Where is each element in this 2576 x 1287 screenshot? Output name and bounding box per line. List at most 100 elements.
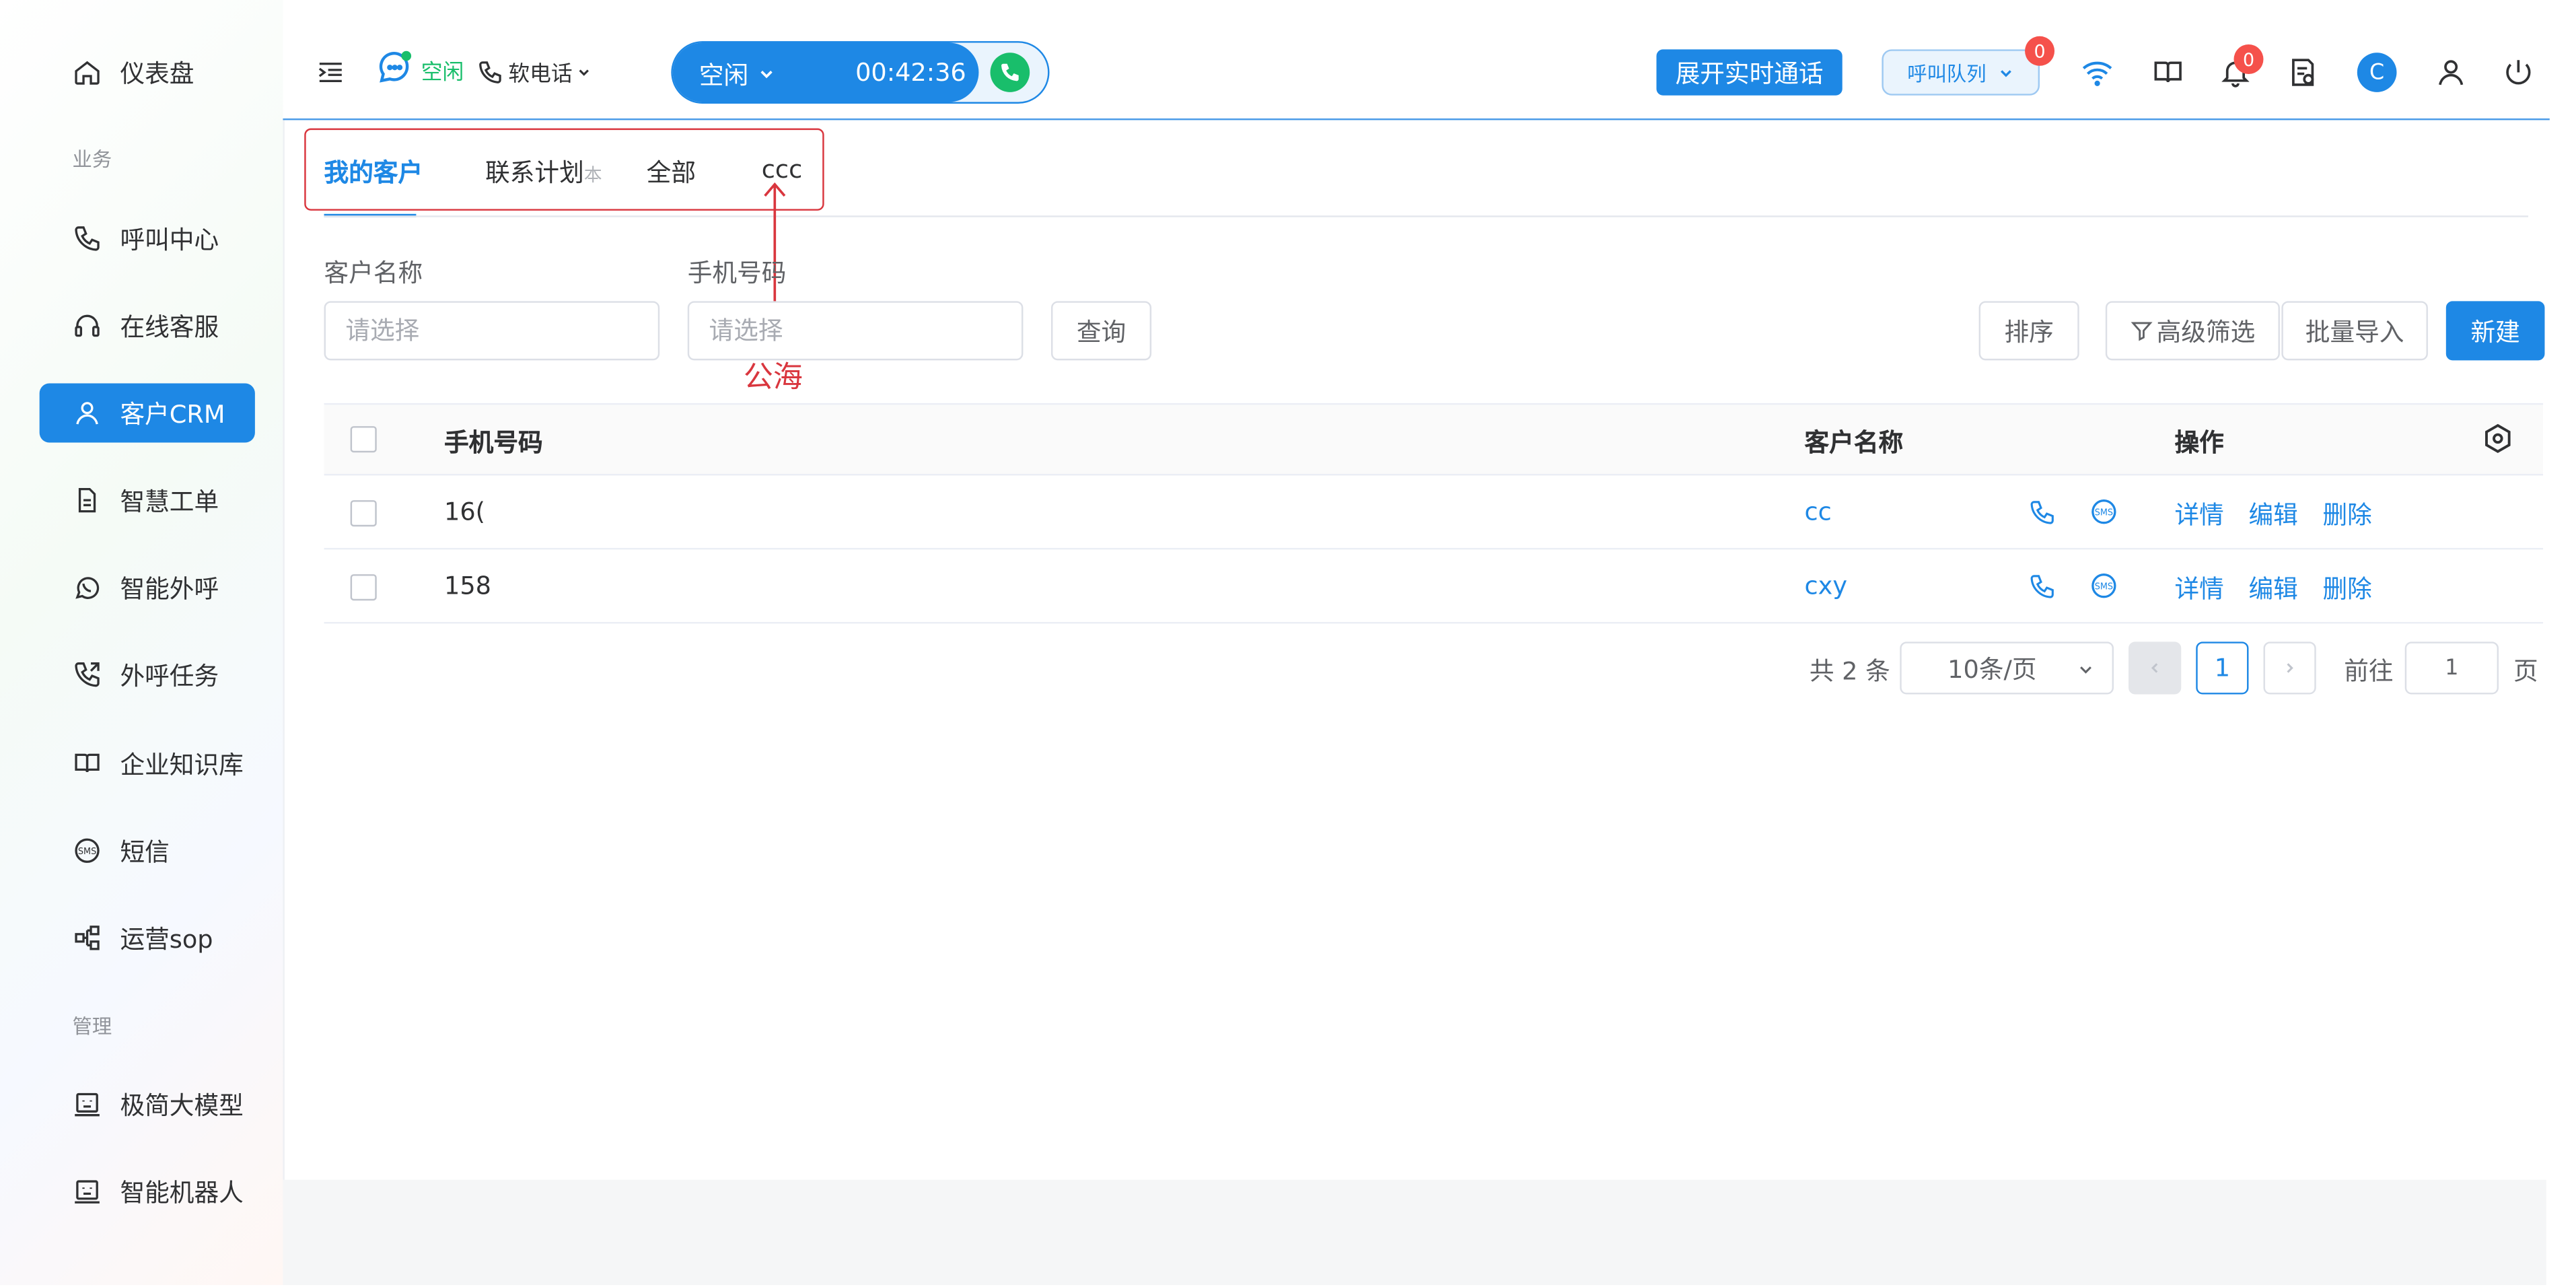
row-phone: 158 — [443, 571, 491, 601]
user-icon — [76, 402, 98, 425]
page-size-select[interactable]: 10条/页 — [1900, 641, 2114, 695]
query-button[interactable]: 查询 — [1050, 301, 1152, 361]
sidebar-item-label: 企业知识库 — [120, 749, 244, 779]
call-icon[interactable] — [2028, 573, 2056, 601]
call-status-text: 空闲 — [699, 61, 749, 91]
customer-name-label: 客户名称 — [324, 258, 423, 288]
power-icon[interactable] — [2502, 56, 2535, 89]
sidebar-item-sop[interactable]: 运营sop — [40, 908, 255, 967]
filter-icon — [2131, 322, 2153, 341]
call-icon[interactable] — [2028, 499, 2056, 527]
answer-call-button[interactable] — [990, 53, 1030, 92]
agent-status[interactable]: 空闲 — [375, 49, 464, 89]
sort-button[interactable]: 排序 — [1978, 301, 2079, 361]
call-timer: 00:42:36 — [855, 57, 966, 88]
detail-link[interactable]: 详情 — [2174, 497, 2223, 531]
notification-badge: 0 — [2233, 44, 2264, 74]
headset-icon — [75, 314, 100, 337]
book-icon[interactable] — [2151, 56, 2184, 89]
sidebar-item-label: 客户CRM — [120, 398, 225, 429]
phone-mode-label: 软电话 — [508, 62, 573, 88]
row-checkbox[interactable] — [350, 574, 377, 601]
sidebar: 仪表盘 业务 呼叫中心 在线客服 客户CRM 智慧工单 智能外呼 外呼任务 企业… — [0, 0, 285, 1286]
menu-fold-icon[interactable] — [316, 58, 345, 88]
call-queue-label: 呼叫队列 — [1907, 61, 1987, 85]
phone-mode-dropdown[interactable]: 软电话 — [477, 56, 592, 88]
prev-page-button[interactable] — [2128, 641, 2182, 695]
sidebar-item-llm[interactable]: 极简大模型 — [40, 1074, 255, 1134]
sidebar-item-label: 智能外呼 — [120, 573, 219, 603]
phone-select[interactable]: 请选择 — [687, 301, 1024, 361]
sidebar-item-sms[interactable]: SMS 短信 — [40, 821, 255, 880]
call-queue-dropdown[interactable]: 呼叫队列 — [1882, 49, 2040, 96]
chevron-down-icon — [1999, 69, 2011, 77]
sidebar-group-manage: 管理 — [72, 1015, 112, 1039]
sidebar-item-robot[interactable]: 智能机器人 — [40, 1162, 255, 1221]
customer-name-select[interactable]: 请选择 — [324, 301, 660, 361]
column-header-name: 客户名称 — [1804, 427, 1904, 458]
sidebar-item-smart-outbound[interactable]: 智能外呼 — [40, 558, 255, 617]
home-icon — [75, 61, 100, 85]
row-checkbox[interactable] — [350, 500, 377, 527]
select-all-checkbox[interactable] — [350, 426, 377, 453]
sidebar-item-online-service[interactable]: 在线客服 — [40, 296, 255, 355]
page-suffix: 页 — [2513, 656, 2538, 687]
goto-page-input[interactable]: 1 — [2404, 641, 2499, 695]
call-control: 空闲 00:42:36 — [671, 41, 1050, 104]
batch-import-button[interactable]: 批量导入 — [2281, 301, 2428, 361]
column-settings-icon[interactable] — [2482, 423, 2513, 454]
chevron-left-icon — [2151, 663, 2158, 673]
row-customer-name[interactable]: cc — [1805, 497, 1832, 526]
sidebar-item-dashboard[interactable]: 仪表盘 — [40, 43, 255, 102]
create-button[interactable]: 新建 — [2445, 301, 2545, 361]
edit-link[interactable]: 编辑 — [2248, 497, 2297, 531]
document-icon — [78, 487, 96, 513]
queue-badge: 0 — [2025, 36, 2055, 66]
chevron-down-icon — [2080, 666, 2091, 674]
page-size-value: 10条/页 — [1947, 654, 2037, 684]
phone-icon — [1001, 63, 1019, 81]
sms-icon: SMS — [75, 838, 100, 863]
expand-call-button[interactable]: 展开实时通话 — [1656, 49, 1842, 96]
call-status-pill[interactable]: 空闲 00:42:36 — [672, 42, 979, 102]
phone-outgoing-icon — [75, 662, 100, 687]
sidebar-item-call-center[interactable]: 呼叫中心 — [40, 209, 255, 268]
advanced-filter-label: 高级筛选 — [2156, 316, 2256, 347]
user-profile-icon[interactable] — [2435, 56, 2468, 89]
phone-icon — [479, 61, 501, 83]
chat-status-icon — [379, 50, 412, 83]
delete-link[interactable]: 删除 — [2322, 571, 2371, 605]
delete-link[interactable]: 删除 — [2322, 497, 2371, 531]
sidebar-group-business: 业务 — [72, 147, 112, 172]
next-page-button[interactable] — [2263, 641, 2316, 695]
sidebar-item-crm[interactable]: 客户CRM — [39, 383, 255, 443]
sidebar-item-label: 极简大模型 — [120, 1090, 244, 1120]
agent-status-text: 空闲 — [421, 60, 464, 85]
sms-icon[interactable]: SMS — [2089, 571, 2118, 600]
task-list-icon[interactable] — [2287, 56, 2320, 89]
advanced-filter-button[interactable]: 高级筛选 — [2105, 301, 2280, 361]
flow-icon — [75, 926, 100, 950]
svg-text:SMS: SMS — [2095, 582, 2113, 592]
sidebar-item-knowledge[interactable]: 企业知识库 — [40, 734, 255, 793]
sidebar-item-label: 在线客服 — [120, 312, 219, 342]
sidebar-item-label: 智能机器人 — [120, 1177, 244, 1207]
row-phone: 16( — [443, 497, 485, 527]
sidebar-item-label: 外呼任务 — [120, 660, 219, 691]
book-icon — [75, 753, 100, 773]
chevron-down-icon — [579, 69, 589, 75]
chevron-right-icon — [2287, 663, 2293, 673]
wifi-icon[interactable] — [2081, 56, 2114, 89]
row-customer-name[interactable]: cxy — [1805, 571, 1848, 600]
sms-icon[interactable]: SMS — [2089, 497, 2118, 526]
page-number-button[interactable]: 1 — [2196, 641, 2249, 695]
sidebar-item-label: 短信 — [120, 836, 170, 866]
sidebar-item-label: 智慧工单 — [120, 486, 219, 516]
sidebar-item-outbound-task[interactable]: 外呼任务 — [40, 645, 255, 704]
sidebar-item-ticket[interactable]: 智慧工单 — [40, 471, 255, 530]
whatsapp-icon — [75, 577, 100, 599]
phone-label: 手机号码 — [687, 258, 787, 288]
edit-link[interactable]: 编辑 — [2248, 571, 2297, 605]
detail-link[interactable]: 详情 — [2174, 571, 2223, 605]
avatar[interactable]: C — [2357, 53, 2397, 92]
